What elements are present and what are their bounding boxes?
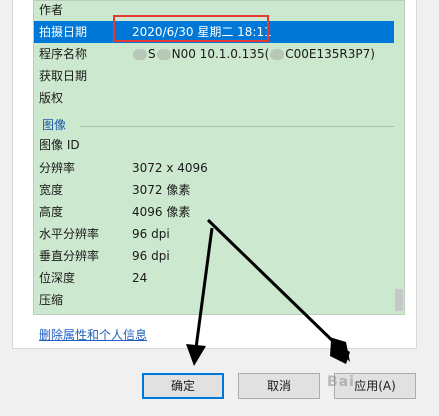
property-row-compression[interactable]: 压缩: [34, 289, 404, 311]
property-value: 4096 像素: [132, 205, 191, 219]
scrollbar-thumb[interactable]: [395, 289, 403, 311]
property-value: 96 dpi: [132, 249, 170, 263]
vertical-scrollbar[interactable]: [394, 1, 404, 314]
redacted-blur: [270, 49, 285, 60]
ok-button[interactable]: 确定: [142, 373, 224, 399]
property-value: 96 dpi: [132, 227, 170, 241]
redacted-blur: [156, 49, 171, 60]
property-name: 获取日期: [39, 69, 88, 83]
property-name: 垂直分辨率: [39, 249, 100, 263]
property-value: 24: [132, 271, 148, 285]
property-row-image-id[interactable]: 图像 ID: [34, 134, 404, 156]
redacted-blur: [133, 49, 147, 60]
property-row-horizontal-resolution[interactable]: 水平分辨率 96 dpi: [34, 223, 404, 245]
property-row-copyright[interactable]: 版权: [34, 87, 404, 109]
group-header-image: 图像: [42, 118, 67, 132]
property-row-width[interactable]: 宽度 3072 像素: [34, 179, 404, 201]
property-value: 2020/6/30 星期二 18:11: [132, 25, 272, 39]
group-divider: [80, 126, 398, 127]
property-name: 位深度: [39, 271, 76, 285]
property-name: 宽度: [39, 183, 64, 197]
apply-button[interactable]: 应用(A): [334, 373, 416, 399]
property-row-resolution[interactable]: 分辨率 3072 x 4096: [34, 157, 404, 179]
property-row-date-taken[interactable]: 拍摄日期 2020/6/30 星期二 18:11: [34, 21, 404, 43]
property-name: 分辨率: [39, 161, 76, 175]
property-value: 3072 像素: [132, 183, 191, 197]
cancel-button[interactable]: 取消: [238, 373, 320, 399]
property-name: 程序名称: [39, 47, 88, 61]
property-name: 高度: [39, 205, 64, 219]
remove-properties-link[interactable]: 删除属性和个人信息: [39, 326, 147, 343]
property-row-height[interactable]: 高度 4096 像素: [34, 201, 404, 223]
property-row-vertical-resolution[interactable]: 垂直分辨率 96 dpi: [34, 245, 404, 267]
property-list[interactable]: 作者 拍摄日期 2020/6/30 星期二 18:11 程序名称 S N00 10…: [33, 0, 405, 315]
property-value: S N00 10.1.0.135(C00E135R3P7): [132, 43, 375, 65]
property-row-program-name[interactable]: 程序名称 S N00 10.1.0.135(C00E135R3P7): [34, 43, 404, 65]
property-name: 图像 ID: [39, 138, 80, 152]
property-row-acquired-date[interactable]: 获取日期: [34, 65, 404, 87]
property-value: 3072 x 4096: [132, 161, 208, 175]
property-name: 拍摄日期: [39, 25, 88, 39]
properties-tab-panel: 作者 拍摄日期 2020/6/30 星期二 18:11 程序名称 S N00 10…: [12, 0, 417, 349]
property-row-author[interactable]: 作者: [34, 1, 404, 21]
property-row-bit-depth[interactable]: 位深度 24: [34, 267, 404, 289]
property-name: 版权: [39, 91, 64, 105]
property-name: 水平分辨率: [39, 227, 100, 241]
property-name: 作者: [39, 3, 64, 17]
property-name: 压缩: [39, 293, 64, 307]
